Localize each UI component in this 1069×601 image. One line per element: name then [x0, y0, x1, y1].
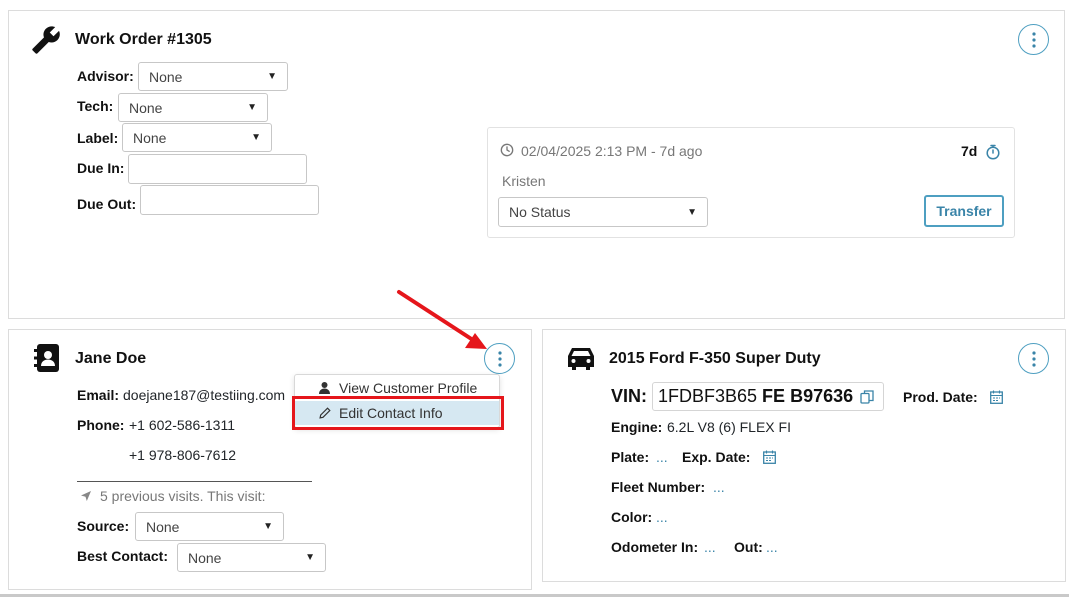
odometer-out-label: Out:	[734, 539, 763, 555]
color-value[interactable]: ...	[656, 509, 668, 525]
engine-label: Engine:	[611, 419, 663, 435]
plate-label: Plate:	[611, 449, 650, 465]
email-label: Email:	[77, 387, 120, 403]
clock-icon	[499, 142, 515, 158]
advisor-select[interactable]: None ▼	[138, 62, 288, 91]
contact-book-icon	[33, 343, 63, 373]
view-customer-profile-label: View Customer Profile	[339, 380, 478, 396]
view-customer-profile-item[interactable]: View Customer Profile	[295, 376, 499, 400]
location-arrow-icon	[78, 488, 94, 504]
transfer-button[interactable]: Transfer	[924, 195, 1004, 227]
due-in-label: Due In:	[77, 160, 125, 176]
due-in-field[interactable]	[128, 154, 307, 184]
phone-label: Phone:	[77, 417, 125, 433]
best-contact-label: Best Contact:	[77, 548, 169, 564]
copy-icon[interactable]	[860, 389, 874, 404]
due-out-label: Due Out:	[77, 196, 137, 212]
edit-contact-info-label: Edit Contact Info	[339, 405, 443, 421]
odometer-in-label: Odometer In:	[611, 539, 699, 555]
tech-select[interactable]: None ▼	[118, 93, 268, 122]
advisor-select-value: None	[149, 68, 183, 85]
kebab-icon	[1031, 350, 1036, 367]
wrench-icon	[30, 24, 62, 56]
customer-actions-menu: View Customer Profile Edit Contact Info	[294, 374, 500, 428]
best-contact-select-value: None	[188, 549, 222, 566]
visits-text: 5 previous visits. This visit:	[100, 488, 266, 504]
user-icon	[319, 382, 333, 394]
chevron-down-icon: ▼	[305, 552, 315, 563]
prod-date-label: Prod. Date:	[903, 389, 978, 405]
calendar-icon[interactable]	[988, 389, 1004, 405]
exp-date-label: Exp. Date:	[682, 449, 751, 465]
vin-prefix: 1FDBF3B65	[658, 386, 763, 406]
pencil-icon	[319, 407, 333, 419]
customer-name: Jane Doe	[75, 350, 147, 367]
vin-bold-2: B97636	[785, 386, 854, 406]
source-label: Source:	[77, 518, 130, 534]
annotation-arrow	[397, 290, 487, 349]
status-person: Kristen	[502, 173, 546, 189]
chevron-down-icon: ▼	[687, 206, 697, 218]
email-value[interactable]: doejane187@testiing.com	[123, 387, 285, 403]
vin-label: VIN:	[611, 386, 647, 406]
source-select-value: None	[146, 518, 180, 535]
fleet-number-label: Fleet Number:	[611, 479, 706, 495]
label-select-value: None	[133, 129, 167, 146]
phone-value-1[interactable]: +1 602-586-1311	[129, 417, 235, 433]
tech-select-value: None	[129, 99, 163, 116]
car-icon	[565, 344, 597, 372]
label-select[interactable]: None ▼	[122, 123, 272, 152]
engine-value: 6.2L V8 (6) FLEX FI	[667, 419, 791, 435]
source-select[interactable]: None ▼	[135, 512, 284, 541]
work-order-menu-button[interactable]	[1018, 24, 1049, 55]
chevron-down-icon: ▼	[267, 71, 277, 82]
edit-contact-info-item[interactable]: Edit Contact Info	[295, 401, 499, 425]
fleet-number-value[interactable]: ...	[713, 479, 725, 495]
chevron-down-icon: ▼	[251, 132, 261, 143]
calendar-icon[interactable]	[761, 449, 777, 465]
bottom-divider	[0, 594, 1069, 597]
plate-value[interactable]: ...	[656, 449, 668, 465]
best-contact-select[interactable]: None ▼	[177, 543, 326, 572]
tech-label: Tech:	[77, 98, 114, 114]
divider	[77, 481, 312, 482]
vin-field[interactable]: 1FDBF3B65 FE B97636	[652, 382, 884, 411]
odometer-in-value[interactable]: ...	[704, 539, 716, 555]
status-age: 7d	[961, 143, 978, 159]
stopwatch-icon[interactable]	[984, 143, 1002, 161]
kebab-icon	[1031, 31, 1036, 48]
vin-bold-1: FE	[762, 386, 786, 406]
advisor-label: Advisor:	[77, 68, 134, 84]
kebab-icon	[497, 350, 502, 367]
label-label: Label:	[77, 130, 119, 146]
due-out-field[interactable]	[140, 185, 319, 215]
color-label: Color:	[611, 509, 653, 525]
chevron-down-icon: ▼	[247, 102, 257, 113]
odometer-out-value[interactable]: ...	[766, 539, 778, 555]
vehicle-title: 2015 Ford F-350 Super Duty	[609, 350, 821, 367]
work-order-title: Work Order #1305	[75, 31, 212, 48]
status-select[interactable]: No Status ▼	[498, 197, 708, 227]
vehicle-menu-button[interactable]	[1018, 343, 1049, 374]
status-timestamp: 02/04/2025 2:13 PM - 7d ago	[521, 143, 703, 159]
phone-value-2[interactable]: +1 978-806-7612	[129, 447, 236, 463]
status-select-value: No Status	[509, 204, 571, 220]
chevron-down-icon: ▼	[263, 521, 273, 532]
